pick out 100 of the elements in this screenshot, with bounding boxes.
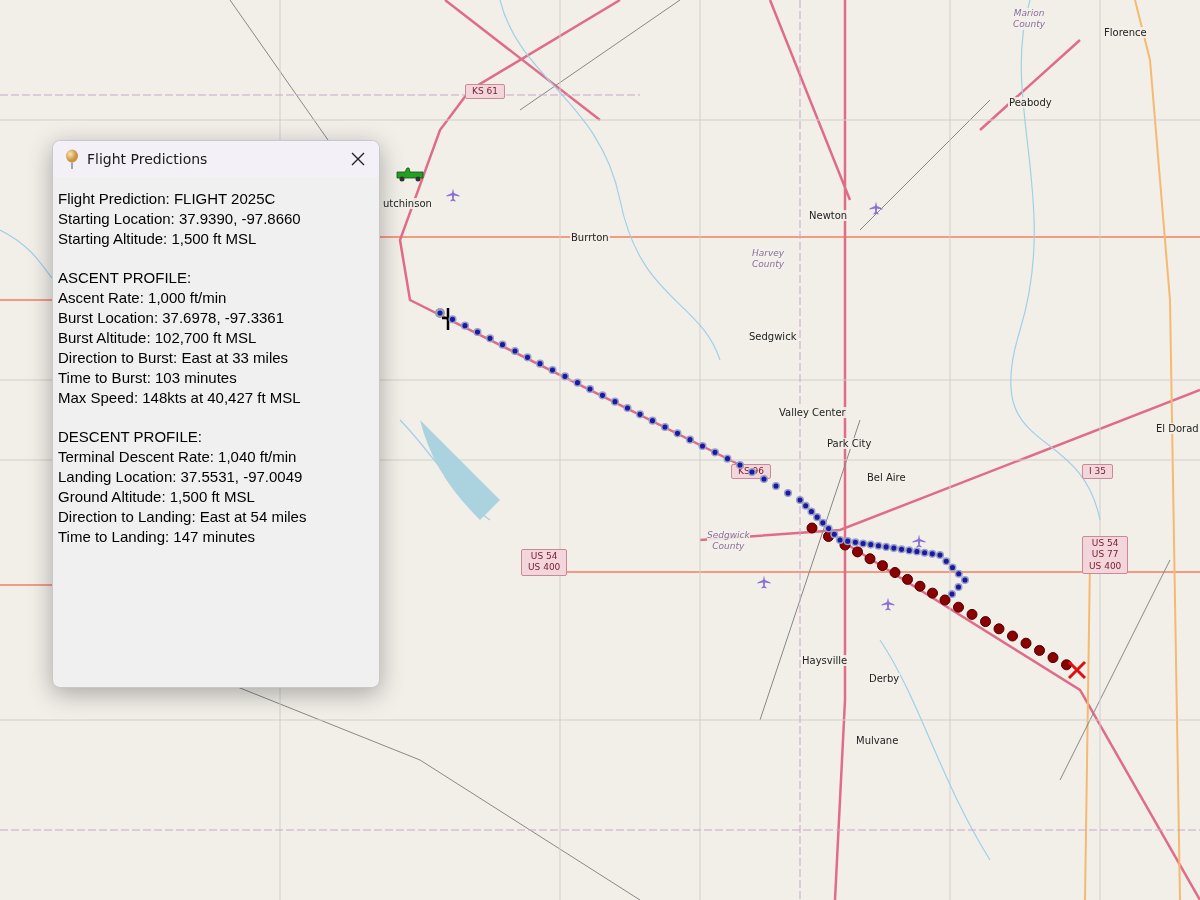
- info-line: ASCENT PROFILE:: [58, 268, 193, 288]
- ascent-point: [485, 334, 495, 343]
- ascent-point: [548, 365, 557, 375]
- ascent-point: [954, 582, 963, 592]
- place-label: Peabody: [1008, 97, 1053, 108]
- info-line: DESCENT PROFILE:: [58, 427, 203, 447]
- ascent-point: [935, 550, 945, 560]
- county-label: County: [711, 540, 746, 552]
- ascent-point: [920, 548, 929, 557]
- info-line: Time to Burst: 103 minutes: [58, 368, 238, 388]
- place-label: Valley Center: [778, 407, 847, 418]
- cross-icon: [1066, 659, 1088, 681]
- ascent-point: [698, 441, 707, 451]
- place-label: Bel Aire: [866, 472, 907, 483]
- ascent-point: [460, 321, 470, 330]
- ascent-point: [523, 353, 532, 362]
- ascent-point: [623, 403, 632, 413]
- airplane-icon: [881, 597, 895, 611]
- ascent-point: [824, 524, 833, 533]
- airplane-icon: [446, 188, 460, 202]
- place-label: Sedgwick: [748, 331, 798, 342]
- ascent-point: [473, 327, 482, 337]
- ascent-point: [882, 542, 891, 551]
- ascent-point: [573, 378, 582, 387]
- ascent-point: [843, 537, 852, 546]
- descent-point: [864, 553, 876, 565]
- place-label: Burrton: [570, 232, 610, 243]
- route-shield: US 54 US 400: [521, 549, 568, 576]
- ascent-point: [874, 541, 883, 550]
- county-label: Sedgwick: [707, 530, 750, 541]
- descent-point: [889, 567, 901, 578]
- ascent-point: [560, 372, 570, 381]
- info-line: Direction to Landing: East at 54 miles: [58, 507, 308, 527]
- place-label: Park City: [826, 438, 873, 449]
- info-line: Ground Altitude: 1,500 ft MSL: [58, 487, 256, 507]
- ascent-point: [813, 513, 822, 522]
- descent-point: [953, 601, 964, 613]
- ascent-point: [660, 422, 670, 432]
- balloon-icon: [65, 149, 79, 169]
- descent-point: [902, 573, 913, 585]
- ascent-point: [585, 384, 595, 394]
- descent-point: [852, 546, 863, 558]
- place-label: Haysville: [801, 655, 849, 666]
- info-line: Flight Prediction: FLIGHT 2025C: [58, 189, 277, 209]
- ascent-point: [795, 495, 805, 505]
- ascent-point: [610, 397, 620, 406]
- ascent-point: [851, 538, 860, 547]
- descent-point: [1047, 652, 1059, 664]
- ascent-point: [859, 539, 868, 548]
- descent-point: [914, 580, 926, 592]
- descent-point: [877, 560, 888, 572]
- ascent-point: [723, 454, 732, 463]
- descent-point: [939, 594, 951, 606]
- county-label: County: [1013, 18, 1046, 30]
- info-line: Burst Altitude: 102,700 ft MSL: [58, 328, 258, 348]
- dialog-title: Flight Predictions: [87, 151, 209, 167]
- place-label: Derby: [868, 673, 901, 684]
- place-label: Newton: [808, 210, 849, 221]
- ascent-point: [897, 545, 906, 554]
- ascent-point: [448, 315, 457, 324]
- info-line: Landing Location: 37.5531, -97.0049: [58, 467, 304, 487]
- jeep-icon: [395, 166, 425, 182]
- info-line: Direction to Burst: East at 33 miles: [58, 348, 290, 368]
- ascent-point: [673, 429, 682, 438]
- info-line: Starting Location: 37.9390, -97.8660: [58, 209, 302, 229]
- ascent-point: [771, 481, 781, 491]
- ascent-point: [635, 410, 645, 419]
- airplane-icon: [757, 575, 771, 589]
- info-line: Ascent Rate: 1,000 ft/min: [58, 288, 228, 308]
- descent-point: [1007, 630, 1018, 642]
- county-label: Harvey: [752, 248, 785, 259]
- county-label: County: [752, 258, 785, 270]
- descent-point: [1020, 637, 1032, 649]
- ascent-point: [498, 340, 507, 349]
- airplane-icon: [869, 201, 883, 215]
- info-line: Starting Altitude: 1,500 ft MSL: [58, 229, 258, 249]
- descent-point: [966, 608, 978, 620]
- ascent-point: [807, 507, 816, 516]
- ascent-point: [535, 359, 545, 368]
- ascent-point: [818, 518, 827, 527]
- ascent-point: [710, 448, 720, 457]
- ascent-point: [648, 416, 657, 425]
- place-label: Mulvane: [855, 735, 900, 746]
- ascent-point: [947, 589, 957, 599]
- place-label: El Dorad: [1155, 423, 1200, 434]
- descent-point: [1034, 644, 1045, 656]
- ascent-point: [510, 346, 520, 356]
- county-label: Marion: [1013, 8, 1046, 19]
- descent-point: [927, 587, 938, 599]
- info-line: Max Speed: 148kts at 40,427 ft MSL: [58, 388, 302, 408]
- info-line: Time to Landing: 147 minutes: [58, 527, 257, 547]
- ascent-point: [889, 544, 898, 553]
- ascent-point: [801, 501, 810, 510]
- route-shield: KS 61: [465, 84, 505, 100]
- info-line: Terminal Descent Rate: 1,040 ft/min: [58, 447, 298, 467]
- descent-point: [806, 522, 818, 534]
- ascent-point: [928, 549, 937, 558]
- ascent-point: [960, 575, 970, 585]
- place-label: utchinson: [382, 198, 433, 209]
- route-shield: US 54 US 77 US 400: [1082, 536, 1129, 574]
